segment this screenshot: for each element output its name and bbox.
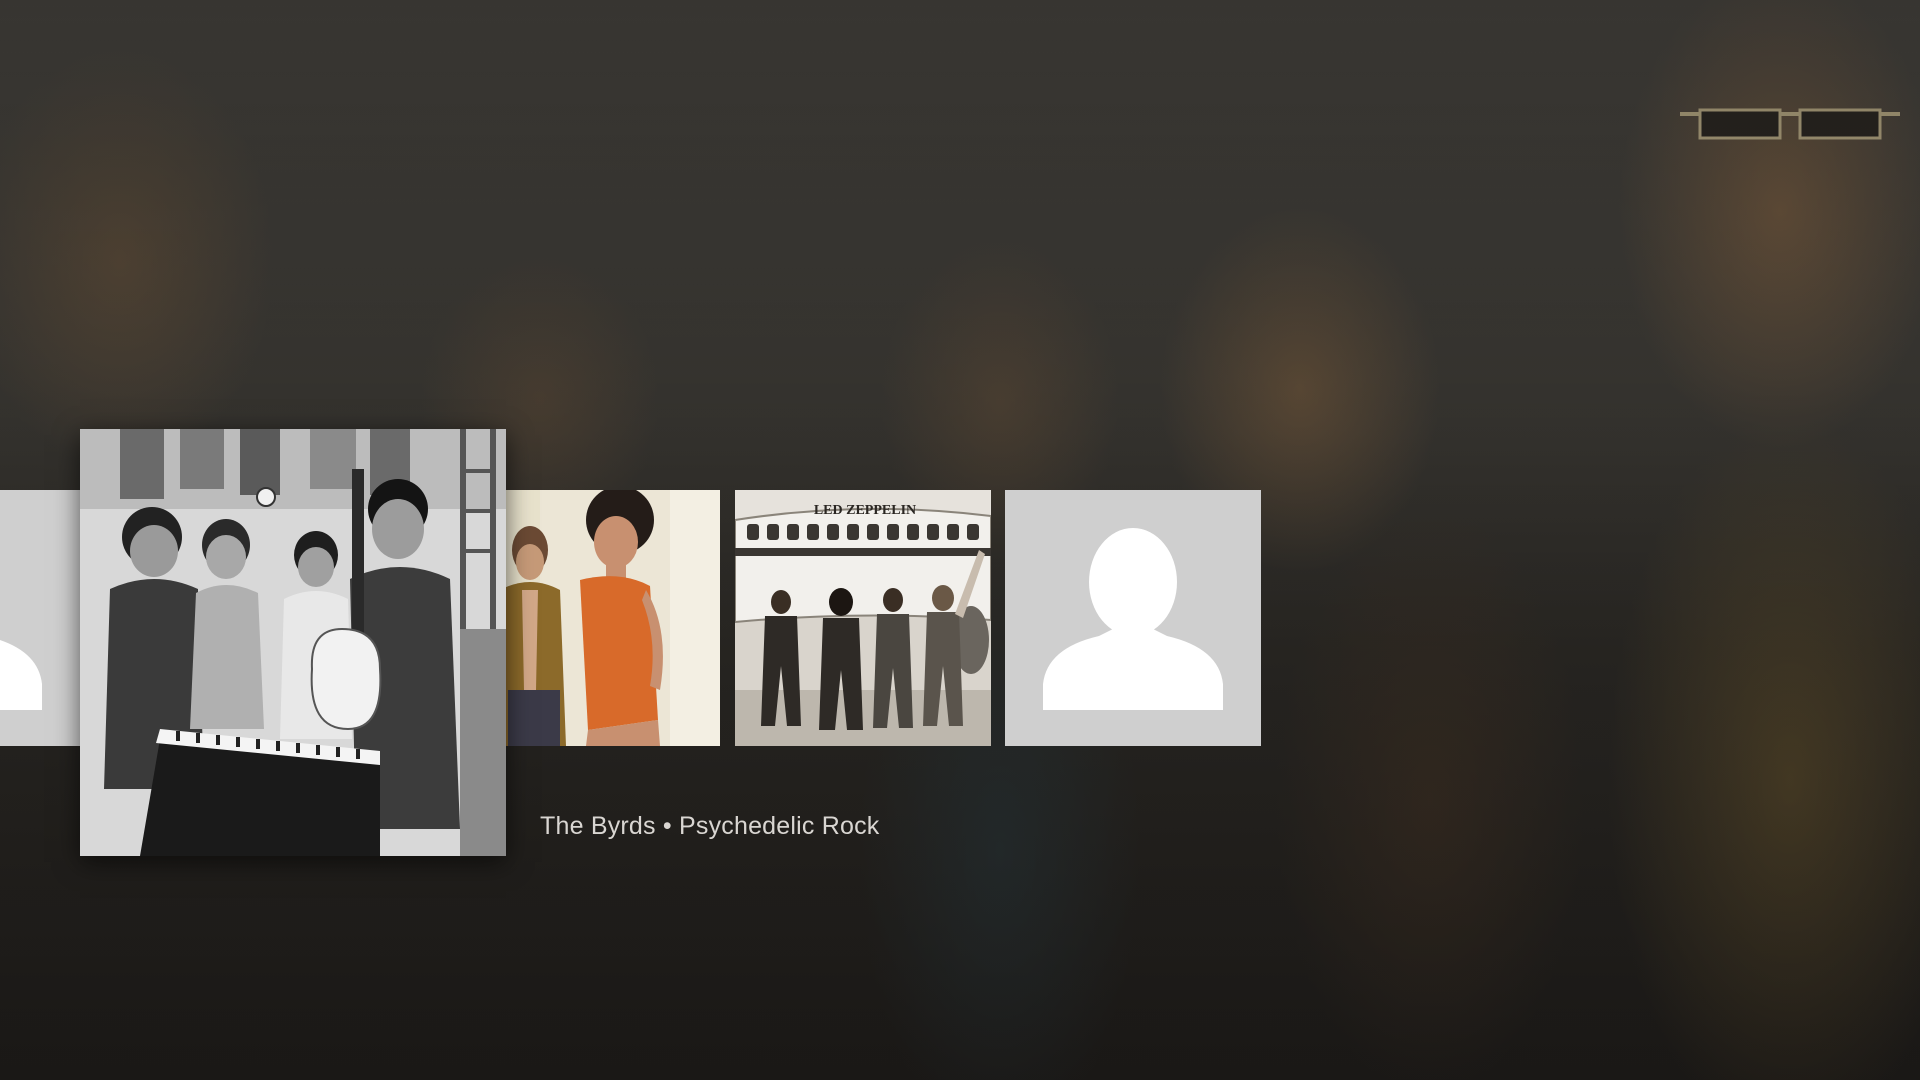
- artist-detail-screen: LED ZEPPELIN The Byrds • Psychedelic Roc…: [0, 0, 1920, 1080]
- artist-genre-caption: The Byrds • Psychedelic Rock: [540, 812, 880, 841]
- genre-label: Psychedelic Rock: [679, 812, 880, 840]
- person-silhouette-icon: [0, 640, 42, 710]
- artist-tile-photo-3[interactable]: LED ZEPPELIN: [735, 490, 991, 746]
- artist-photo-studio-bw: [80, 429, 506, 856]
- artist-name-label: The Byrds: [540, 812, 656, 840]
- artist-tile-focused[interactable]: [80, 429, 506, 856]
- caption-separator: •: [662, 812, 672, 840]
- artist-tile-placeholder-right[interactable]: [1005, 490, 1261, 746]
- person-silhouette-icon: [1043, 528, 1223, 710]
- artist-tile-placeholder-left[interactable]: [0, 490, 80, 746]
- artist-photo-airplane-group: LED ZEPPELIN: [735, 490, 991, 746]
- plane-lettering: LED ZEPPELIN: [814, 503, 916, 518]
